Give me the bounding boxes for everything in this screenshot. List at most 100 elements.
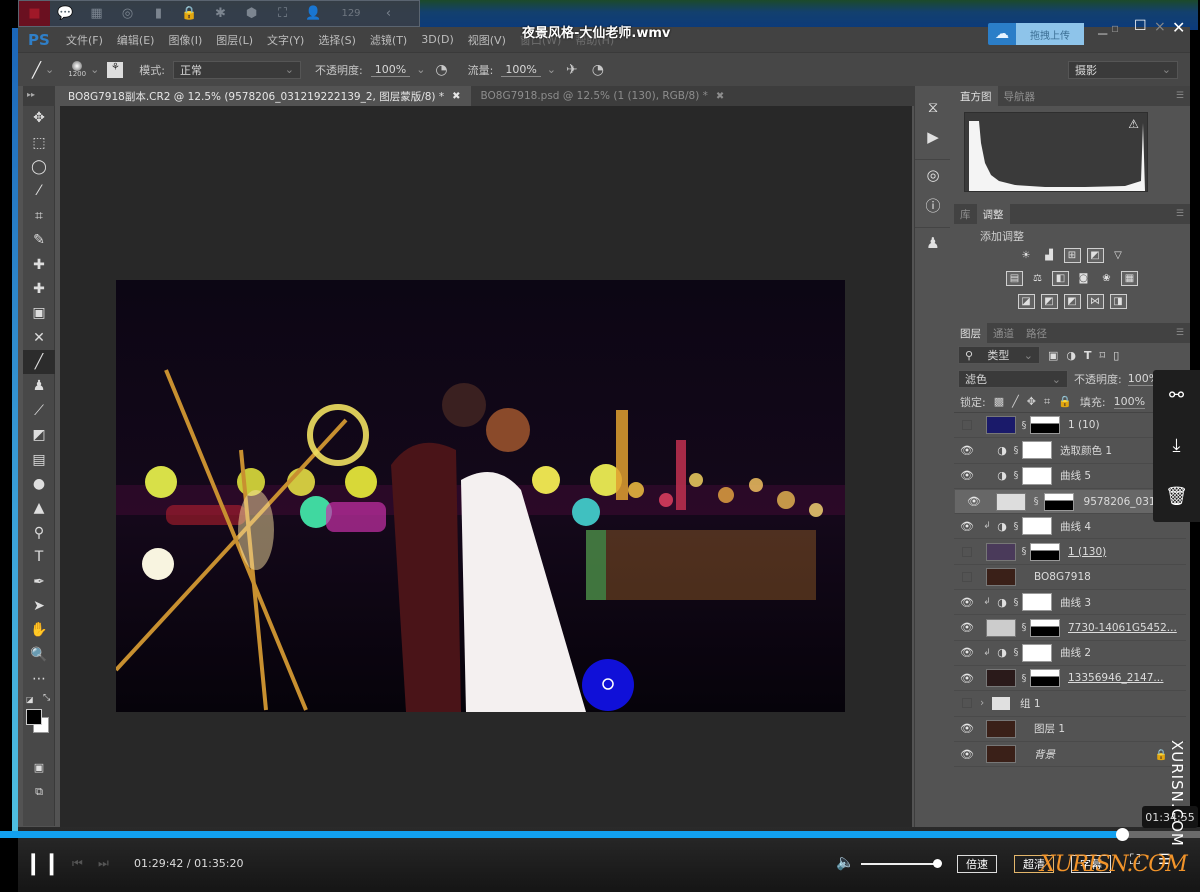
delete-icon[interactable]: 🗑	[1165, 486, 1188, 507]
chat-icon[interactable]: 💬	[50, 1, 81, 26]
cube-icon[interactable]: ⬢	[236, 1, 267, 26]
close-tab-icon[interactable]: ✖	[452, 91, 460, 102]
layer-mask-thumbnail[interactable]	[1043, 492, 1074, 511]
spot-healing-tool[interactable]: ✚	[23, 252, 55, 276]
invert-icon[interactable]: ◪	[1017, 294, 1035, 309]
lock-transparent-icon[interactable]: ▩	[994, 395, 1004, 408]
pressure-size-icon[interactable]: ◔	[592, 62, 604, 78]
layer-mask-thumbnail[interactable]	[1030, 416, 1060, 435]
healing-patch-tool[interactable]: ✚	[23, 277, 55, 301]
layer-mask-thumbnail[interactable]	[1022, 643, 1052, 662]
previous-icon[interactable]: ⏮	[72, 856, 83, 871]
link-icon[interactable]: §	[1010, 445, 1022, 456]
chevron-down-icon[interactable]: ⌄	[45, 63, 54, 76]
camera-icon[interactable]: ▮	[143, 1, 174, 26]
layer-row[interactable]: 👁 § 9578206_03121...	[954, 488, 1186, 515]
layer-row[interactable]: 👁 图层 1	[954, 717, 1186, 742]
black-white-icon[interactable]: ◧	[1052, 271, 1069, 286]
pause-icon[interactable]: ❙❙	[24, 851, 61, 876]
curves-icon[interactable]: ⊞	[1063, 248, 1081, 263]
menu-file[interactable]: 文件(F)	[66, 32, 103, 48]
filter-shape-icon[interactable]: ⌑	[1100, 349, 1106, 362]
link-icon[interactable]: §	[1010, 521, 1022, 532]
volume-icon[interactable]: 🔈	[836, 853, 855, 871]
sharpen-tool[interactable]: ▲	[23, 496, 55, 520]
download-icon[interactable]: ⤓	[1173, 435, 1181, 456]
lock-artboard-icon[interactable]: ⌗	[1044, 395, 1050, 409]
speed-button[interactable]: 倍速	[957, 855, 997, 873]
menu-image[interactable]: 图像(I)	[168, 32, 202, 48]
blend-mode-select[interactable]: 滤色 ⌄	[958, 370, 1068, 388]
path-selection-tool[interactable]: ➤	[23, 594, 55, 618]
menu-select[interactable]: 选择(S)	[318, 32, 356, 48]
menu-layer[interactable]: 图层(L)	[216, 32, 253, 48]
filter-pixel-icon[interactable]: ▣	[1048, 349, 1058, 362]
threshold-icon[interactable]: ◩	[1063, 294, 1081, 309]
tab-layers[interactable]: 图层	[954, 323, 987, 343]
layer-row[interactable]: › 组 1	[954, 691, 1186, 717]
mode-select[interactable]: 正常 ⌄	[173, 60, 302, 79]
filter-adjustment-icon[interactable]: ◑	[1066, 349, 1076, 362]
layer-row[interactable]: 👁 ◑ § 曲线 5	[954, 464, 1186, 489]
visibility-eye-icon[interactable]: 👁	[954, 646, 980, 659]
link-icon[interactable]: §	[1018, 546, 1030, 557]
fill-input[interactable]: 100%	[1113, 395, 1146, 409]
fullscreen-icon[interactable]: ⛶	[267, 1, 298, 26]
photo-filter-icon[interactable]: ◙	[1075, 271, 1092, 286]
ps-minimize-icon[interactable]: ▁ ▫	[1098, 21, 1119, 35]
lock-icon[interactable]: 🔒	[174, 1, 205, 26]
screen-mode-icon[interactable]: ⧉	[23, 780, 55, 804]
brightness-icon[interactable]: ☀	[1018, 248, 1035, 263]
visibility-toggle[interactable]	[962, 571, 972, 582]
warning-icon[interactable]: ⚠	[1128, 117, 1139, 131]
pen-tool[interactable]: ✒	[23, 569, 55, 593]
properties-panel-icon[interactable]: ◎	[915, 160, 951, 190]
chevron-down-icon[interactable]: ⌄	[547, 63, 556, 76]
airbrush-icon[interactable]: ✈	[566, 62, 578, 78]
visibility-eye-icon[interactable]: 👁	[954, 520, 980, 533]
toolbox-header[interactable]: ▸▸	[23, 86, 55, 106]
visibility-eye-icon[interactable]: 👁	[954, 444, 980, 457]
layer-thumbnail[interactable]	[986, 719, 1016, 738]
visibility-eye-icon[interactable]: 👁	[954, 748, 980, 761]
link-icon[interactable]: §	[1018, 420, 1030, 431]
vibrance-icon[interactable]: ▽	[1110, 248, 1127, 263]
layer-row[interactable]: 👁 ◑ § 选取颜色 1	[954, 438, 1186, 464]
filter-type-icon[interactable]: T	[1084, 349, 1092, 362]
maximize-icon[interactable]: ☐	[1134, 18, 1147, 34]
menu-view[interactable]: 视图(V)	[468, 32, 506, 48]
layer-mask-thumbnail[interactable]	[1022, 517, 1052, 536]
tab-navigator[interactable]: 导航器	[998, 86, 1042, 106]
visibility-eye-icon[interactable]: 👁	[954, 672, 980, 685]
history-panel-icon[interactable]: ⧖	[915, 92, 951, 122]
layer-row[interactable]: 👁 ↲ ◑ § 曲线 2	[954, 641, 1186, 666]
zoom-tool[interactable]: 🔍	[23, 643, 55, 667]
menu-type[interactable]: 文字(Y)	[267, 32, 304, 48]
eyedropper-tool[interactable]: ✎	[23, 228, 55, 252]
panel-menu-icon[interactable]: ☰	[1176, 328, 1184, 338]
history-brush-tool[interactable]: ⟋	[23, 399, 55, 423]
visibility-eye-icon[interactable]: 👁	[954, 621, 980, 634]
link-icon[interactable]: §	[1030, 496, 1042, 507]
hand-tool[interactable]: ✋	[23, 618, 55, 642]
layer-thumbnail[interactable]	[996, 492, 1027, 511]
color-balance-icon[interactable]: ⚖	[1029, 271, 1046, 286]
flow-input[interactable]: 100%	[501, 63, 541, 77]
panel-menu-icon[interactable]: ☰	[1176, 209, 1184, 219]
menu-filter[interactable]: 滤镜(T)	[370, 32, 407, 48]
layer-row[interactable]: 👁 ↲ ◑ § 曲线 3	[954, 590, 1186, 616]
info-panel-icon[interactable]: ⓘ	[915, 190, 951, 220]
link-icon[interactable]: §	[1018, 673, 1030, 684]
tab-histogram[interactable]: 直方图	[954, 86, 998, 106]
move-tool[interactable]: ✥	[23, 106, 55, 130]
brush-panel-icon[interactable]: ⚘	[107, 61, 124, 78]
foreground-color-swatch[interactable]	[26, 709, 42, 726]
volume-handle[interactable]	[933, 859, 942, 868]
progress-handle[interactable]	[1116, 828, 1129, 841]
layer-mask-thumbnail[interactable]	[1030, 669, 1060, 688]
close-icon[interactable]: ✕	[1172, 18, 1185, 37]
visibility-eye-icon[interactable]: 👁	[954, 596, 980, 609]
panel-menu-icon[interactable]: ☰	[1176, 91, 1184, 101]
visibility-eye-icon[interactable]: 👁	[961, 495, 987, 508]
lock-position-icon[interactable]: ✥	[1027, 395, 1036, 408]
